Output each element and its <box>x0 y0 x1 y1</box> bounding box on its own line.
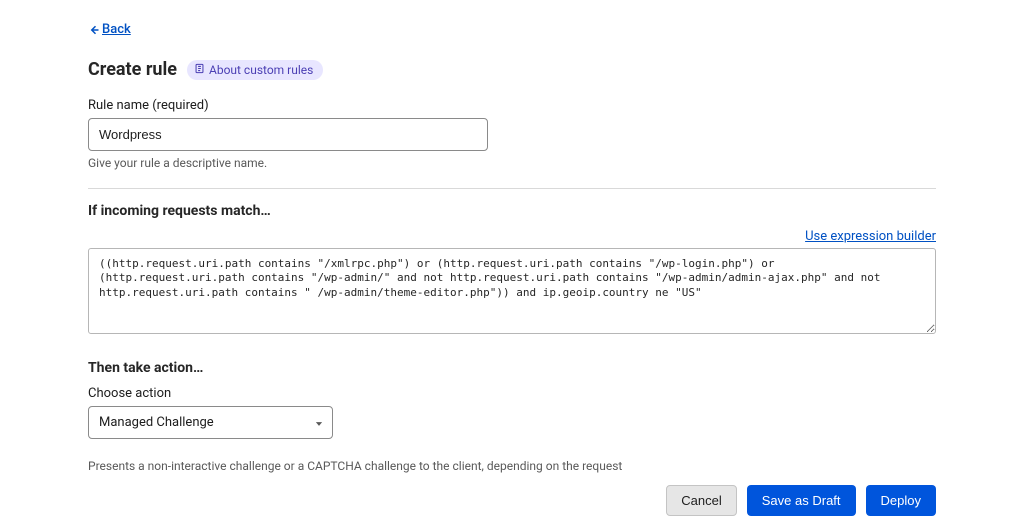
rule-name-section: Rule name (required) Give your rule a de… <box>88 98 936 170</box>
match-section: If incoming requests match… Use expressi… <box>88 203 936 338</box>
action-heading: Then take action… <box>88 360 936 376</box>
match-heading: If incoming requests match… <box>88 203 936 219</box>
cancel-button[interactable]: Cancel <box>666 485 736 516</box>
choose-action-label: Choose action <box>88 386 936 401</box>
divider <box>88 188 936 189</box>
about-badge[interactable]: About custom rules <box>187 60 323 80</box>
footer-buttons: Cancel Save as Draft Deploy <box>88 485 936 516</box>
rule-name-help: Give your rule a descriptive name. <box>88 156 936 170</box>
rule-name-label: Rule name (required) <box>88 98 936 113</box>
back-label: Back <box>102 22 131 37</box>
use-expression-builder-link[interactable]: Use expression builder <box>805 229 936 244</box>
choose-action-select[interactable]: Managed Challenge <box>88 406 333 439</box>
action-description: Presents a non-interactive challenge or … <box>88 459 936 473</box>
expression-textarea[interactable] <box>88 248 936 334</box>
back-link[interactable]: Back <box>88 22 131 37</box>
doc-icon <box>194 63 205 77</box>
save-as-draft-button[interactable]: Save as Draft <box>747 485 856 516</box>
arrow-left-icon <box>88 24 100 36</box>
deploy-button[interactable]: Deploy <box>866 485 936 516</box>
about-badge-label: About custom rules <box>209 63 313 77</box>
page-title: Create rule <box>88 59 177 80</box>
rule-name-input[interactable] <box>88 118 488 151</box>
action-section: Then take action… Choose action Managed … <box>88 360 936 473</box>
